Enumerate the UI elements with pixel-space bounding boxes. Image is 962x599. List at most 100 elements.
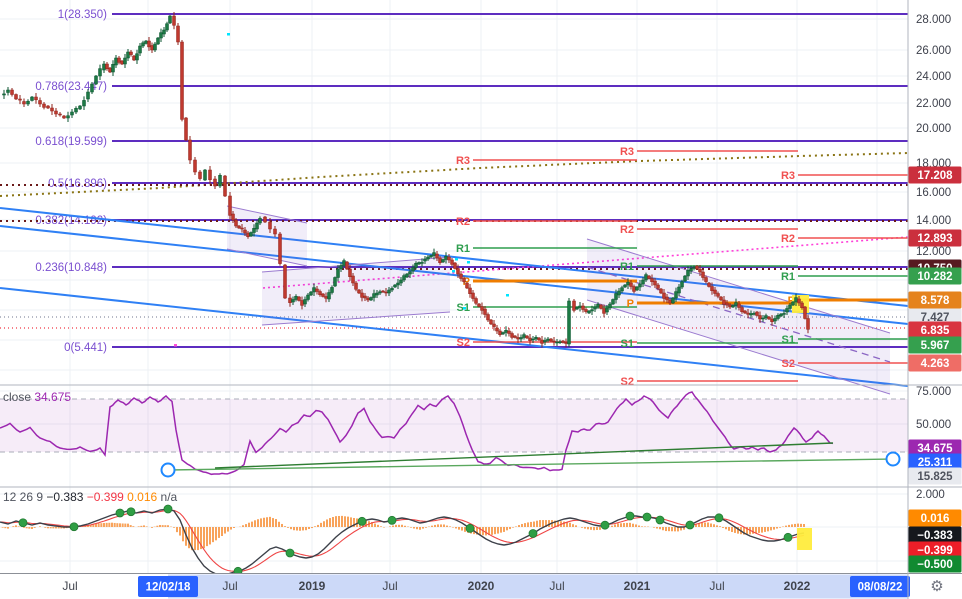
candle-body: [675, 292, 678, 298]
fib-label: 0(5.441): [64, 342, 107, 354]
candle-body: [759, 316, 762, 320]
candle-body: [606, 308, 609, 312]
candle-body: [738, 304, 741, 308]
hist-bar: [257, 519, 259, 527]
candle-body: [418, 263, 421, 265]
candle-body: [346, 262, 349, 269]
candle-body: [681, 282, 684, 287]
hist-bar: [151, 527, 153, 528]
hist-bar: [614, 524, 616, 527]
candle-body: [451, 260, 454, 264]
settings-gear-icon[interactable]: ⚙: [922, 577, 952, 597]
hist-bar: [389, 526, 391, 527]
candle-body: [642, 280, 645, 284]
macd-cross-dot: [70, 523, 78, 531]
time-tick-label: Jul: [62, 579, 77, 593]
hist-bar: [111, 523, 113, 527]
price-badge-text: 15.825: [917, 471, 953, 483]
hist-bar: [395, 525, 397, 527]
candle-body: [490, 320, 493, 324]
trendline-anchor[interactable]: [887, 453, 900, 466]
candle-body: [678, 287, 681, 293]
rsi-pane-label[interactable]: close 34.675: [3, 390, 71, 404]
candle-body: [484, 309, 487, 315]
candle-body: [544, 341, 547, 343]
hist-bar: [344, 516, 346, 527]
axis-tick-label: 75.000: [916, 386, 951, 398]
rsi-trendline: [168, 459, 893, 470]
trendline-anchor[interactable]: [162, 464, 175, 477]
candle-body: [194, 160, 197, 172]
hist-bar: [515, 526, 517, 527]
price-badge-text: 0.016: [921, 513, 950, 525]
candle-body: [789, 305, 792, 309]
macd-cross-dot: [656, 516, 664, 524]
candle-body: [582, 306, 585, 310]
candle-body: [109, 68, 112, 72]
candle-body: [774, 319, 777, 322]
candle-body: [142, 43, 145, 46]
candle-body: [693, 267, 696, 268]
hist-bar: [419, 527, 421, 530]
macd-cross-dot: [127, 508, 135, 516]
candle-body: [400, 280, 403, 283]
hist-bar: [785, 526, 787, 527]
hist-bar: [764, 527, 766, 532]
candle-body: [442, 260, 445, 263]
candle-body: [298, 297, 301, 301]
candle-body: [370, 298, 373, 301]
macd-pane[interactable]: [0, 505, 812, 575]
candle-body: [424, 259, 427, 261]
candle-body: [660, 289, 663, 293]
candle-body: [412, 268, 415, 272]
candle-body: [204, 170, 207, 180]
hist-bar: [767, 527, 769, 531]
candle-body: [645, 275, 648, 280]
highlight-box[interactable]: [797, 528, 812, 550]
hist-bar: [434, 525, 436, 527]
candle-body: [765, 316, 768, 318]
hist-bar: [776, 527, 778, 529]
hist-bar: [713, 524, 715, 527]
chart-canvas[interactable]: 1(28.350)0.786(23.447)0.618(19.599)0.5(1…: [0, 0, 962, 599]
hist-bar: [752, 527, 754, 534]
candle-body: [720, 297, 723, 300]
candle-body: [244, 230, 247, 233]
hist-bar: [722, 527, 724, 528]
pivot-label-R2: R2: [781, 233, 795, 245]
candle-body: [177, 26, 180, 42]
axis-tick-label: 24.000: [916, 71, 951, 83]
pivot-label-R2: R2: [456, 216, 470, 228]
pivot-label-R1: R1: [456, 243, 470, 255]
candle-body: [79, 106, 82, 109]
hist-bar: [296, 527, 298, 531]
hist-bar: [281, 524, 283, 527]
hist-bar: [440, 524, 442, 527]
hist-bar: [127, 524, 129, 527]
date-badge-text: 12/02/18: [146, 582, 191, 594]
macd-cross-dot: [116, 509, 124, 517]
hist-bar: [215, 527, 217, 540]
candle-body: [385, 292, 388, 293]
date-badge-text: 08/08/22: [858, 582, 903, 594]
hist-bar: [587, 527, 589, 529]
hist-bar: [103, 523, 105, 527]
hist-bar: [212, 527, 214, 542]
hist-bar: [7, 527, 9, 529]
time-axis[interactable]: JulJul2019Jul2020Jul2021Jul202212/02/180…: [0, 574, 910, 599]
candle-body: [148, 41, 151, 47]
hist-bar: [106, 523, 108, 527]
price-axis[interactable]: 28.00026.00024.00022.00020.00018.00016.0…: [908, 0, 962, 599]
candle-body: [795, 298, 798, 302]
time-tick-label: Jul: [709, 579, 724, 593]
candle-body: [496, 328, 499, 331]
candle-body: [502, 333, 505, 335]
hist-bar: [512, 527, 514, 528]
candle-body: [639, 284, 642, 287]
hist-bar: [248, 523, 250, 527]
macd-pane-label[interactable]: 12 26 9 −0.383 −0.399 0.016 n/a: [3, 490, 177, 504]
hist-bar: [317, 525, 319, 527]
candle-body: [445, 256, 448, 259]
candle-body: [672, 298, 675, 303]
marker-dot: [174, 344, 177, 347]
